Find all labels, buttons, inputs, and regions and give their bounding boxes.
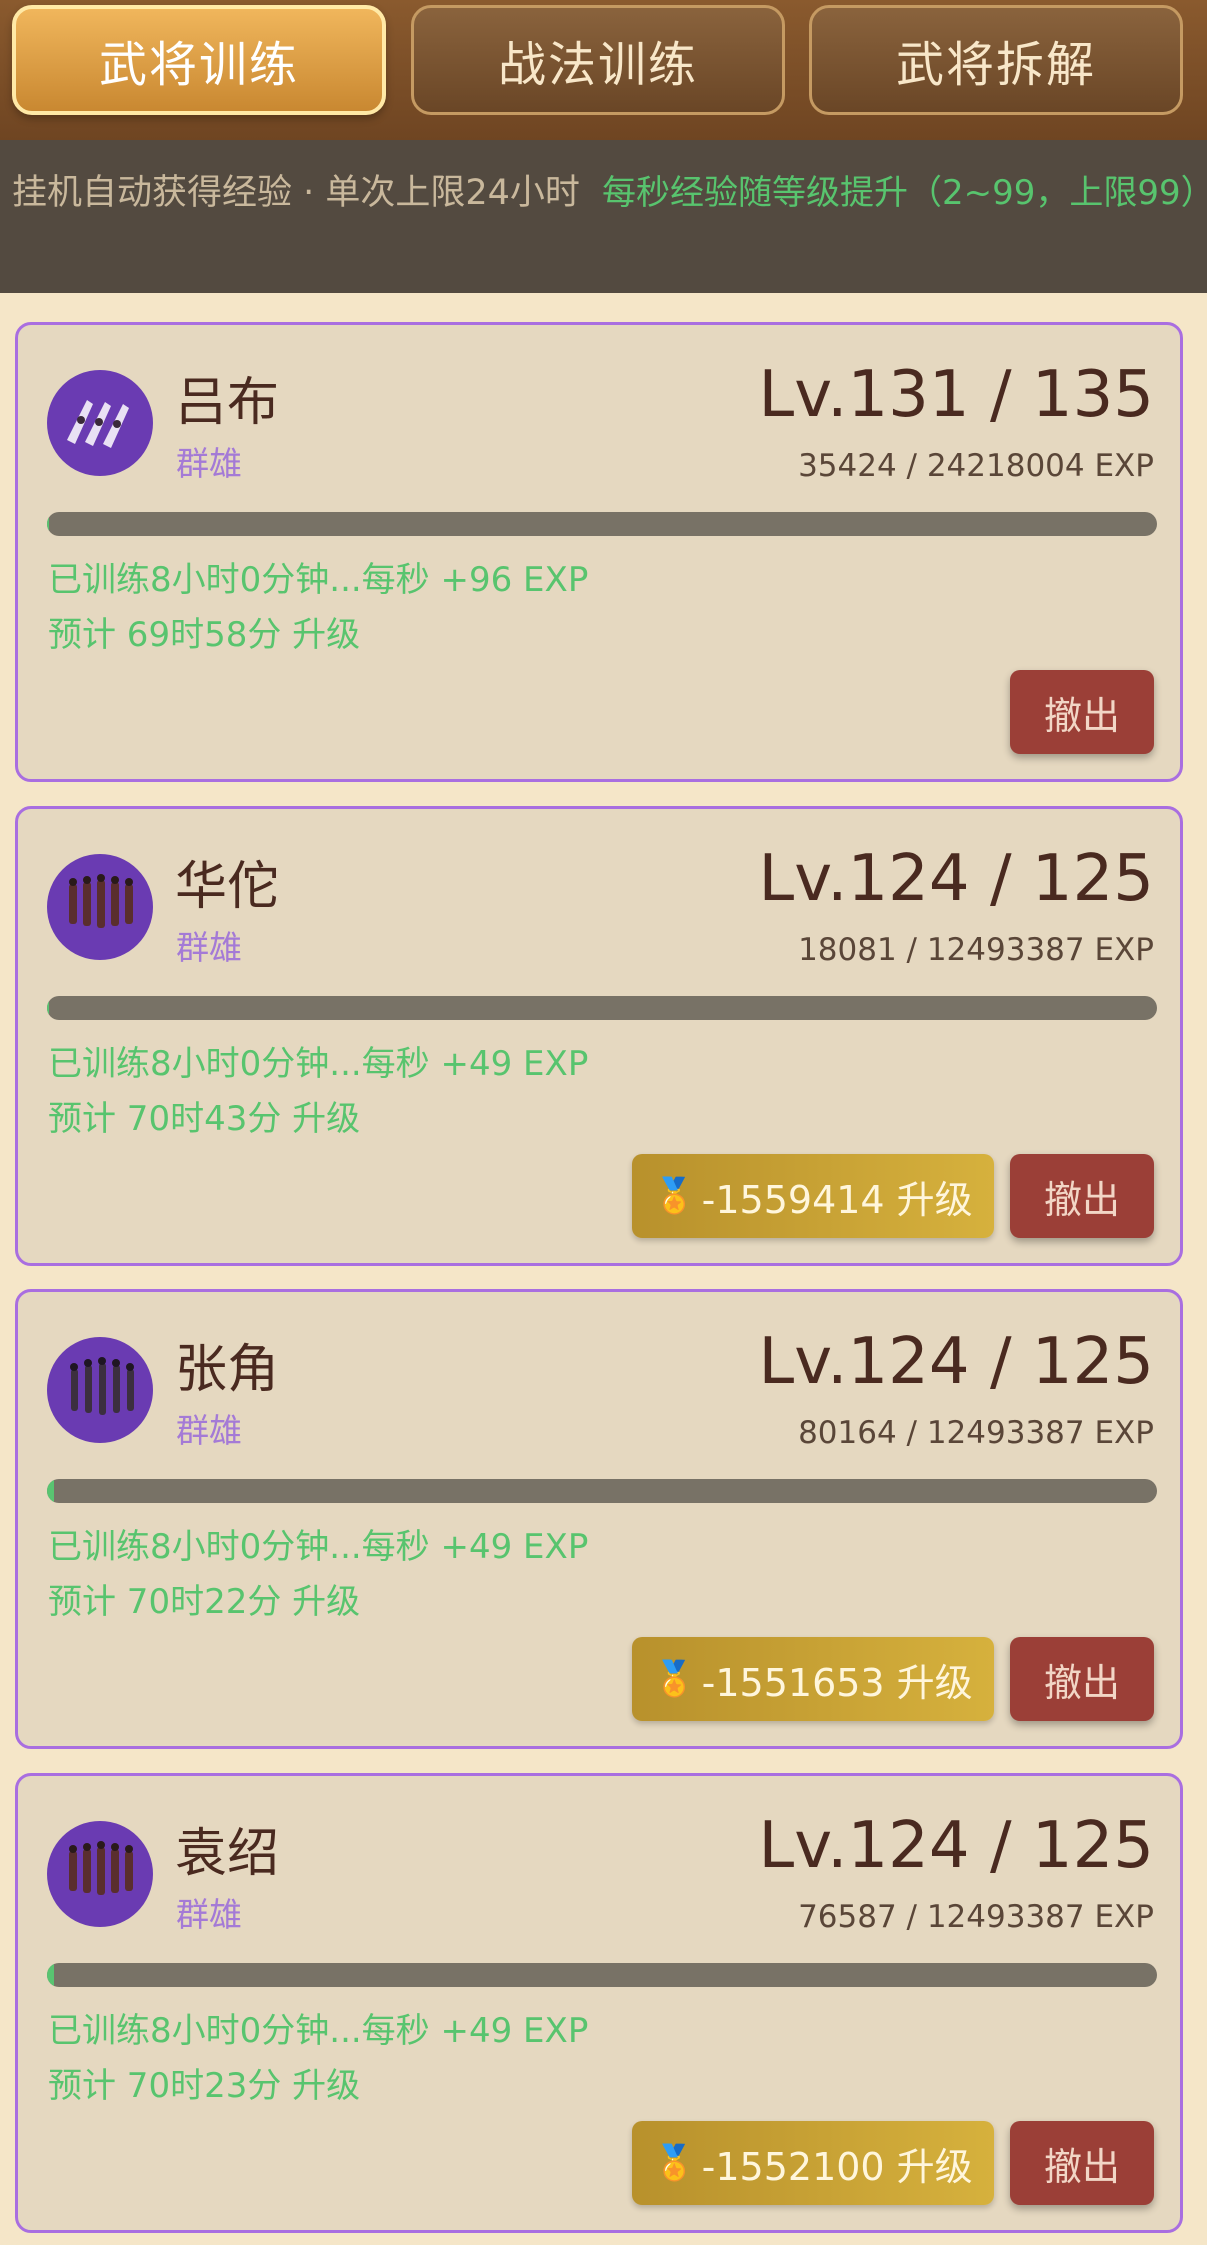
hero-exp: 80164 / 12493387 EXP — [798, 1415, 1154, 1451]
upgrade-cost-label: -1551653 升级 — [701, 1660, 973, 1705]
hero-faction: 群雄 — [176, 1895, 242, 1934]
upgrade-button[interactable]: 🏅 -1559414 升级 — [632, 1154, 994, 1238]
tab-hero-disassemble[interactable]: 武将拆解 — [809, 5, 1183, 115]
exp-progress-fill — [47, 996, 49, 1020]
notice-exp-rate: 每秒经验随等级提升（2~99，上限99） — [602, 173, 1207, 213]
hero-level: Lv.124 / 125 — [758, 1809, 1154, 1883]
hero-exp: 76587 / 12493387 EXP — [798, 1899, 1154, 1935]
hero-faction: 群雄 — [176, 1411, 242, 1450]
medal-icon: 🏅 — [653, 1176, 696, 1216]
tab-bar: 武将训练 战法训练 武将拆解 — [0, 0, 1207, 140]
training-status: 已训练8小时0分钟...每秒 +49 EXP — [48, 2011, 589, 2051]
hero-name: 华佗 — [175, 857, 280, 917]
upgrade-eta: 预计 70时23分 升级 — [48, 2066, 361, 2106]
tab-hero-training[interactable]: 武将训练 — [12, 5, 386, 115]
exp-progress-bar — [47, 996, 1157, 1020]
hero-card: 张角 群雄 Lv.124 / 125 80164 / 12493387 EXP … — [15, 1289, 1183, 1749]
upgrade-eta: 预计 70时43分 升级 — [48, 1099, 361, 1139]
hero-name: 袁绍 — [175, 1824, 280, 1884]
hero-card: 吕布 群雄 Lv.131 / 135 35424 / 24218004 EXP … — [15, 322, 1183, 782]
hero-avatar — [47, 1821, 153, 1927]
hero-level: Lv.124 / 125 — [758, 1325, 1154, 1399]
withdraw-button[interactable]: 撤出 — [1010, 1154, 1154, 1238]
withdraw-button[interactable]: 撤出 — [1010, 670, 1154, 754]
upgrade-button[interactable]: 🏅 -1551653 升级 — [632, 1637, 994, 1721]
hero-name: 吕布 — [175, 373, 280, 433]
upgrade-eta: 预计 70时22分 升级 — [48, 1582, 361, 1622]
hero-exp: 35424 / 24218004 EXP — [798, 448, 1154, 484]
tab-skill-training[interactable]: 战法训练 — [411, 5, 785, 115]
hero-card: 袁绍 群雄 Lv.124 / 125 76587 / 12493387 EXP … — [15, 1773, 1183, 2233]
hero-avatar — [47, 854, 153, 960]
withdraw-button[interactable]: 撤出 — [1010, 2121, 1154, 2205]
training-status: 已训练8小时0分钟...每秒 +96 EXP — [48, 560, 589, 600]
medal-icon: 🏅 — [653, 1659, 696, 1699]
exp-progress-bar — [47, 1963, 1157, 1987]
hero-level: Lv.124 / 125 — [758, 842, 1154, 916]
training-status: 已训练8小时0分钟...每秒 +49 EXP — [48, 1044, 589, 1084]
exp-progress-fill — [47, 1479, 55, 1503]
hero-card: 华佗 群雄 Lv.124 / 125 18081 / 12493387 EXP … — [15, 806, 1183, 1266]
exp-progress-fill — [47, 1963, 54, 1987]
exp-progress-bar — [47, 1479, 1157, 1503]
upgrade-cost-label: -1552100 升级 — [701, 2144, 973, 2189]
hero-level: Lv.131 / 135 — [758, 358, 1154, 432]
training-status: 已训练8小时0分钟...每秒 +49 EXP — [48, 1527, 589, 1567]
notice-auto-exp: 挂机自动获得经验 · 单次上限24小时 — [12, 173, 580, 213]
exp-progress-bar — [47, 512, 1157, 536]
hero-name: 张角 — [175, 1340, 280, 1400]
exp-progress-fill — [47, 512, 49, 536]
hero-faction: 群雄 — [176, 928, 242, 967]
hero-exp: 18081 / 12493387 EXP — [798, 932, 1154, 968]
upgrade-cost-label: -1559414 升级 — [701, 1177, 973, 1222]
hero-faction: 群雄 — [176, 444, 242, 483]
hero-avatar — [47, 1337, 153, 1443]
withdraw-button[interactable]: 撤出 — [1010, 1637, 1154, 1721]
hero-avatar — [47, 370, 153, 476]
medal-icon: 🏅 — [653, 2143, 696, 2183]
upgrade-eta: 预计 69时58分 升级 — [48, 615, 361, 655]
upgrade-button[interactable]: 🏅 -1552100 升级 — [632, 2121, 994, 2205]
notice-banner: 挂机自动获得经验 · 单次上限24小时 每秒经验随等级提升（2~99，上限99） — [0, 140, 1207, 293]
